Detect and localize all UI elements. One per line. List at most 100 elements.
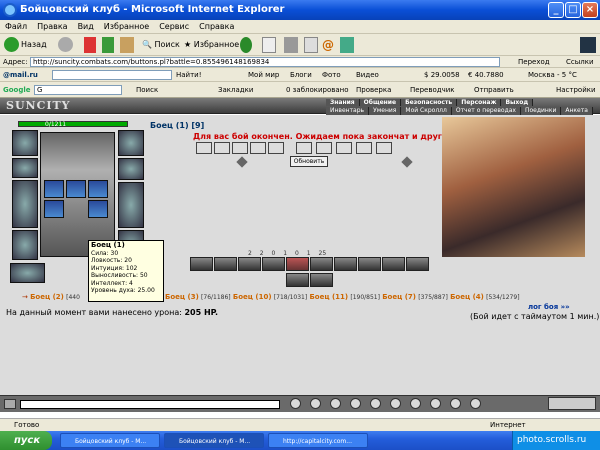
action-slot-10[interactable] bbox=[376, 142, 392, 154]
weapon-slot[interactable] bbox=[12, 180, 38, 228]
menu-help[interactable]: Справка bbox=[194, 20, 239, 34]
bracer-slot[interactable] bbox=[12, 158, 38, 178]
skill-3-icon[interactable] bbox=[238, 257, 261, 271]
fighter-name[interactable]: Боец (2) bbox=[30, 293, 64, 301]
address-input[interactable]: http://suncity.combats.com/buttons.pl?ba… bbox=[30, 57, 500, 67]
close-button[interactable]: × bbox=[582, 2, 598, 18]
chat-filter-icon[interactable] bbox=[330, 398, 341, 409]
nav-duels[interactable]: Поединки bbox=[520, 107, 562, 115]
messenger-icon[interactable]: @ bbox=[322, 37, 334, 53]
action-slot-6[interactable] bbox=[296, 142, 312, 154]
skill-11-icon[interactable] bbox=[286, 273, 309, 287]
taskbar-item[interactable]: http://capitalcity.com... bbox=[268, 433, 368, 448]
action-slot-7[interactable] bbox=[316, 142, 332, 154]
blogs-link[interactable]: Блоги bbox=[290, 68, 312, 82]
nav-inventory[interactable]: Инвентарь bbox=[326, 107, 370, 115]
mailru-search-input[interactable] bbox=[52, 70, 172, 80]
fighter-name[interactable]: Боец (3) bbox=[165, 293, 199, 301]
my-world-link[interactable]: Мой мир bbox=[248, 68, 279, 82]
nav-exit[interactable]: Выход bbox=[501, 99, 534, 106]
skill-1-icon[interactable] bbox=[190, 257, 213, 271]
history-icon[interactable] bbox=[240, 37, 252, 53]
menu-tools[interactable]: Сервис bbox=[154, 20, 194, 34]
skill-9-icon[interactable] bbox=[382, 257, 405, 271]
fighter-name[interactable]: Боец (4) bbox=[450, 293, 484, 301]
skill-2-icon[interactable] bbox=[214, 257, 237, 271]
menu-favorites[interactable]: Избранное bbox=[99, 20, 154, 34]
nav-chat[interactable]: Общение bbox=[359, 99, 402, 106]
mailru-find-button[interactable]: Найти! bbox=[176, 68, 202, 82]
go-button[interactable]: Переход bbox=[518, 56, 550, 68]
skill-4-icon[interactable] bbox=[262, 257, 285, 271]
chat-mode-icon[interactable] bbox=[4, 399, 16, 409]
stop-icon[interactable] bbox=[84, 37, 96, 53]
maximize-button[interactable]: □ bbox=[565, 2, 581, 18]
back-button[interactable]: Назад bbox=[4, 37, 47, 53]
chat-exit-icon[interactable] bbox=[470, 398, 481, 409]
fighter-name[interactable]: Боец (7) bbox=[382, 293, 416, 301]
skill-6-icon[interactable] bbox=[310, 257, 333, 271]
skill-12-icon[interactable] bbox=[310, 273, 333, 287]
nav-character[interactable]: Персонаж bbox=[457, 99, 502, 106]
fighter-name[interactable]: Боец (11) bbox=[309, 293, 348, 301]
home-icon[interactable] bbox=[120, 37, 134, 53]
nav-profile[interactable]: Анкета bbox=[561, 107, 593, 115]
action-slot-1[interactable] bbox=[196, 142, 212, 154]
menu-file[interactable]: Файл bbox=[0, 20, 32, 34]
skill-7-icon[interactable] bbox=[334, 257, 357, 271]
action-slot-8[interactable] bbox=[336, 142, 352, 154]
search-button[interactable]: 🔍 Поиск bbox=[142, 37, 180, 53]
earring-slot[interactable] bbox=[118, 130, 144, 156]
refresh-icon[interactable] bbox=[102, 37, 114, 53]
action-slot-5[interactable] bbox=[268, 142, 284, 154]
google-search-button[interactable]: Поиск bbox=[136, 82, 158, 98]
chat-smiley-icon[interactable] bbox=[350, 398, 361, 409]
edit-icon[interactable] bbox=[304, 37, 318, 53]
nav-scroll[interactable]: Мой Скроллл bbox=[401, 107, 452, 115]
links-button[interactable]: Ссылки bbox=[566, 56, 594, 68]
start-button[interactable]: пуск bbox=[0, 431, 52, 450]
skill-10-icon[interactable] bbox=[406, 257, 429, 271]
refresh-button[interactable]: Обновить bbox=[290, 156, 328, 167]
helmet-slot[interactable] bbox=[12, 130, 38, 156]
fighter-name[interactable]: Боец (10) bbox=[233, 293, 272, 301]
menu-view[interactable]: Вид bbox=[73, 20, 99, 34]
spell-slot-5[interactable] bbox=[88, 200, 108, 218]
nav-security[interactable]: Безопасность bbox=[401, 99, 458, 106]
translator-button[interactable]: Переводчик bbox=[410, 82, 454, 98]
spell-slot-2[interactable] bbox=[66, 180, 86, 198]
chat-walk-icon[interactable] bbox=[390, 398, 401, 409]
chat-input[interactable] bbox=[20, 400, 280, 409]
action-slot-4[interactable] bbox=[250, 142, 266, 154]
armor-slot[interactable] bbox=[12, 230, 38, 260]
battle-log-link[interactable]: лог боя »» bbox=[528, 303, 570, 311]
taskbar-item[interactable]: Бойцовский клуб - M... bbox=[164, 433, 264, 448]
photo-link[interactable]: Фото bbox=[322, 68, 341, 82]
belt-slot[interactable] bbox=[10, 263, 45, 283]
skill-8-icon[interactable] bbox=[358, 257, 381, 271]
spell-slot-3[interactable] bbox=[88, 180, 108, 198]
action-slot-2[interactable] bbox=[214, 142, 230, 154]
chat-send-icon[interactable] bbox=[290, 398, 301, 409]
chat-map-icon[interactable] bbox=[370, 398, 381, 409]
send-button[interactable]: Отправить bbox=[474, 82, 514, 98]
menu-edit[interactable]: Правка bbox=[32, 20, 72, 34]
msn-icon[interactable] bbox=[340, 37, 354, 53]
settings-button[interactable]: Настройки bbox=[556, 82, 596, 98]
gloves-slot[interactable] bbox=[118, 158, 144, 180]
enemy-header[interactable]: Боец (1) [9] bbox=[150, 121, 204, 130]
nav-skills[interactable]: Умения bbox=[369, 107, 402, 115]
mail-icon[interactable] bbox=[262, 37, 276, 53]
chat-sound-icon[interactable] bbox=[430, 398, 441, 409]
chat-settings-icon[interactable] bbox=[450, 398, 461, 409]
skill-5-icon[interactable] bbox=[286, 257, 309, 271]
minimize-button[interactable]: _ bbox=[548, 2, 564, 18]
bookmarks-button[interactable]: Закладки bbox=[218, 82, 253, 98]
favorites-button[interactable]: ★ Избранное bbox=[184, 37, 239, 53]
nav-transfers[interactable]: Отчет о переводах bbox=[451, 107, 521, 115]
taskbar-item[interactable]: Бойцовский клуб - M... bbox=[60, 433, 160, 448]
nav-knowledge[interactable]: Знания bbox=[326, 99, 360, 106]
spell-slot-4[interactable] bbox=[44, 200, 64, 218]
video-link[interactable]: Видео bbox=[356, 68, 379, 82]
shield-slot[interactable] bbox=[118, 182, 144, 228]
